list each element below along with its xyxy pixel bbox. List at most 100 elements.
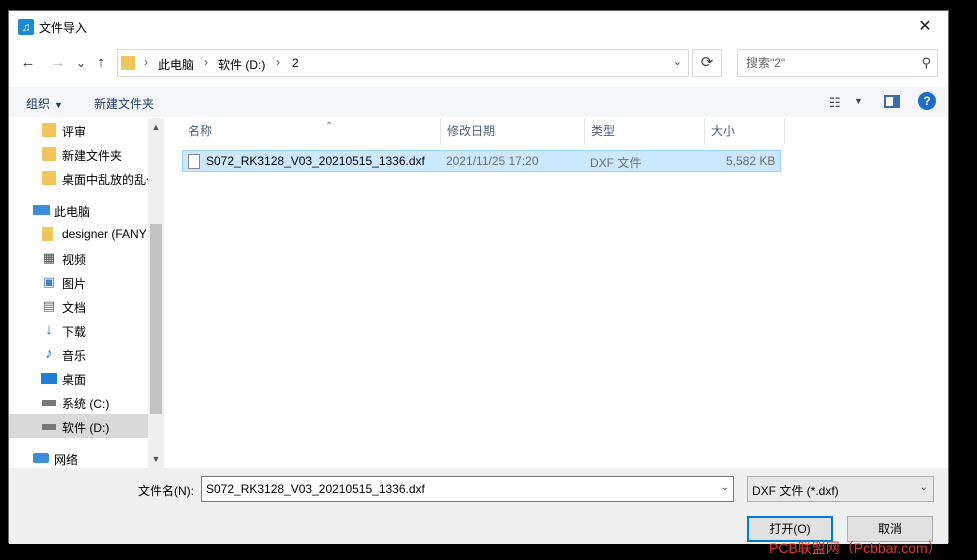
file-size: 5,582 KB	[726, 154, 776, 168]
column-header-label: 名称	[188, 124, 213, 138]
sidebar-item-network[interactable]: 网络	[9, 446, 148, 468]
view-options-icon[interactable]: ☷	[829, 95, 841, 111]
table-row[interactable]: S072_RK3128_V03_20210515_1336.dxf 2021/1…	[182, 150, 781, 172]
search-box[interactable]: ⚲	[737, 49, 938, 77]
navigation-bar: ← → ⌄ ↑ › 此电脑 › 软件 (D:) › 2 ⌄ ⟳ ⚲	[9, 45, 948, 81]
breadcrumb-folder-2[interactable]: 2	[292, 56, 299, 70]
scroll-up-icon[interactable]: ▲	[148, 118, 164, 136]
file-import-dialog: ♫ 文件导入 ✕ ← → ⌄ ↑ › 此电脑 › 软件 (D:) › 2 ⌄ ⟳…	[8, 10, 949, 544]
sidebar-item-music[interactable]: ♪ 音乐	[9, 342, 148, 366]
navigation-pane-scrollbar[interactable]: ▲ ▼	[148, 118, 164, 468]
file-type: DXF 文件	[590, 156, 642, 170]
sidebar-item-desktop-misc[interactable]: 桌面中乱放的乱七	[9, 166, 158, 190]
new-folder-button[interactable]: 新建文件夹	[94, 95, 154, 112]
chevron-down-icon[interactable]: ⌄	[721, 482, 729, 493]
picture-icon: ▣	[42, 274, 56, 289]
title-bar: ♫ 文件导入 ✕	[9, 11, 948, 43]
caret-down-icon: ▼	[54, 100, 63, 110]
sidebar-item-downloads[interactable]: ↓ 下载	[9, 318, 148, 342]
filetype-select[interactable]: DXF 文件 (*.dxf) ⌄	[747, 476, 934, 502]
download-icon: ↓	[45, 321, 53, 338]
help-icon[interactable]: ?	[918, 92, 936, 110]
navigation-pane: 评审 新建文件夹 桌面中乱放的乱七 此电脑 designer (FANY ▦ 视…	[9, 118, 164, 468]
filename-combobox[interactable]: S072_RK3128_V03_20210515_1336.dxf ⌄	[201, 476, 734, 502]
sidebar-item-label: 系统 (C:)	[62, 397, 110, 411]
sidebar-item-drive-d[interactable]: 软件 (D:)	[9, 414, 148, 438]
folder-icon	[42, 123, 56, 137]
drive-icon	[42, 424, 56, 430]
scroll-down-icon[interactable]: ▼	[148, 450, 164, 468]
sidebar-item-label: 音乐	[62, 349, 87, 363]
sidebar-item-pictures[interactable]: ▣ 图片	[9, 270, 148, 294]
filename-input[interactable]: S072_RK3128_V03_20210515_1336.dxf	[206, 482, 425, 496]
sidebar-item-videos[interactable]: ▦ 视频	[9, 246, 148, 270]
network-icon	[33, 453, 49, 463]
chevron-down-icon[interactable]: ⌄	[673, 55, 682, 68]
sidebar-item-this-pc[interactable]: 此电脑	[9, 198, 148, 222]
up-arrow-icon[interactable]: ↑	[89, 51, 113, 75]
sidebar-item-label: 下载	[62, 325, 87, 339]
sidebar-item-drive-c[interactable]: 系统 (C:)	[9, 390, 148, 414]
dialog-footer: 文件名(N): S072_RK3128_V03_20210515_1336.dx…	[9, 468, 948, 544]
back-arrow-icon[interactable]: ←	[16, 51, 40, 75]
pc-icon	[33, 205, 50, 215]
sidebar-item-label: 此电脑	[54, 205, 91, 219]
breadcrumb-chevron-icon: ›	[144, 55, 148, 69]
sidebar-item-label: 新建文件夹	[62, 149, 123, 163]
desktop-icon	[41, 373, 57, 384]
filetype-value: DXF 文件 (*.dxf)	[752, 484, 839, 498]
watermark-text: PCB联盟网（Pcbbar.com）	[769, 540, 942, 556]
refresh-icon[interactable]: ⟳	[692, 49, 722, 77]
sidebar-item-designer[interactable]: designer (FANY	[9, 222, 148, 246]
breadcrumb-chevron-icon: ›	[276, 55, 280, 69]
sidebar-item-label: 图片	[62, 277, 87, 291]
forward-arrow-icon[interactable]: →	[46, 51, 70, 75]
app-music-icon: ♫	[18, 19, 34, 35]
sidebar-item-label: 文档	[62, 301, 87, 315]
folder-icon	[42, 171, 56, 185]
sidebar-item-label: 视频	[62, 253, 87, 267]
search-icon[interactable]: ⚲	[921, 55, 931, 71]
file-modified: 2021/11/25 17:20	[446, 154, 539, 168]
search-input[interactable]	[746, 56, 906, 70]
breadcrumb-this-pc[interactable]: 此电脑	[158, 56, 194, 73]
file-list: 名称 ⌃ 修改日期 类型 大小 S072_RK3128_V03_20210515…	[164, 118, 948, 468]
column-header-type[interactable]: 类型	[585, 118, 705, 145]
filename-label: 文件名(N):	[138, 484, 194, 498]
file-icon	[188, 154, 200, 169]
organize-label: 组织	[26, 97, 51, 111]
organize-button[interactable]: 组织 ▼	[26, 95, 63, 112]
sidebar-item-label: 评审	[62, 125, 87, 139]
file-name: S072_RK3128_V03_20210515_1336.dxf	[206, 154, 425, 168]
sidebar-item-label: designer (FANY	[62, 227, 147, 241]
scrollbar-thumb[interactable]	[150, 224, 162, 414]
sidebar-item-desktop[interactable]: 桌面	[9, 366, 148, 390]
video-icon: ▦	[42, 250, 56, 265]
address-bar[interactable]: › 此电脑 › 软件 (D:) › 2 ⌄	[117, 49, 689, 77]
sidebar-item-label: 桌面	[62, 373, 87, 387]
close-button[interactable]: ✕	[902, 11, 948, 43]
document-icon: ▤	[42, 298, 56, 313]
user-folder-icon	[42, 227, 53, 241]
column-header-size[interactable]: 大小	[705, 118, 785, 145]
chevron-down-icon: ⌄	[919, 482, 928, 493]
command-bar: 组织 ▼ 新建文件夹 ☷ ▼ ?	[9, 87, 948, 117]
preview-pane-icon[interactable]	[884, 95, 900, 108]
column-header-modified[interactable]: 修改日期	[441, 118, 585, 145]
column-header-name[interactable]: 名称 ⌃	[182, 118, 441, 145]
sidebar-item-label: 网络	[54, 453, 79, 467]
window-title: 文件导入	[39, 21, 88, 35]
folder-icon	[42, 147, 56, 161]
folder-icon	[121, 56, 135, 70]
caret-down-icon[interactable]: ▼	[854, 96, 863, 106]
sidebar-item-label: 软件 (D:)	[62, 421, 110, 435]
breadcrumb-chevron-icon: ›	[204, 55, 208, 69]
sidebar-item-new-folder[interactable]: 新建文件夹	[9, 142, 148, 166]
drive-icon	[42, 400, 56, 406]
sidebar-item-documents[interactable]: ▤ 文档	[9, 294, 148, 318]
sort-ascending-icon: ⌃	[325, 121, 334, 132]
sidebar-item-review[interactable]: 评审	[9, 118, 148, 142]
music-icon: ♪	[45, 345, 53, 362]
breadcrumb-drive-d[interactable]: 软件 (D:)	[218, 56, 265, 73]
sidebar-item-label: 桌面中乱放的乱七	[62, 173, 159, 187]
